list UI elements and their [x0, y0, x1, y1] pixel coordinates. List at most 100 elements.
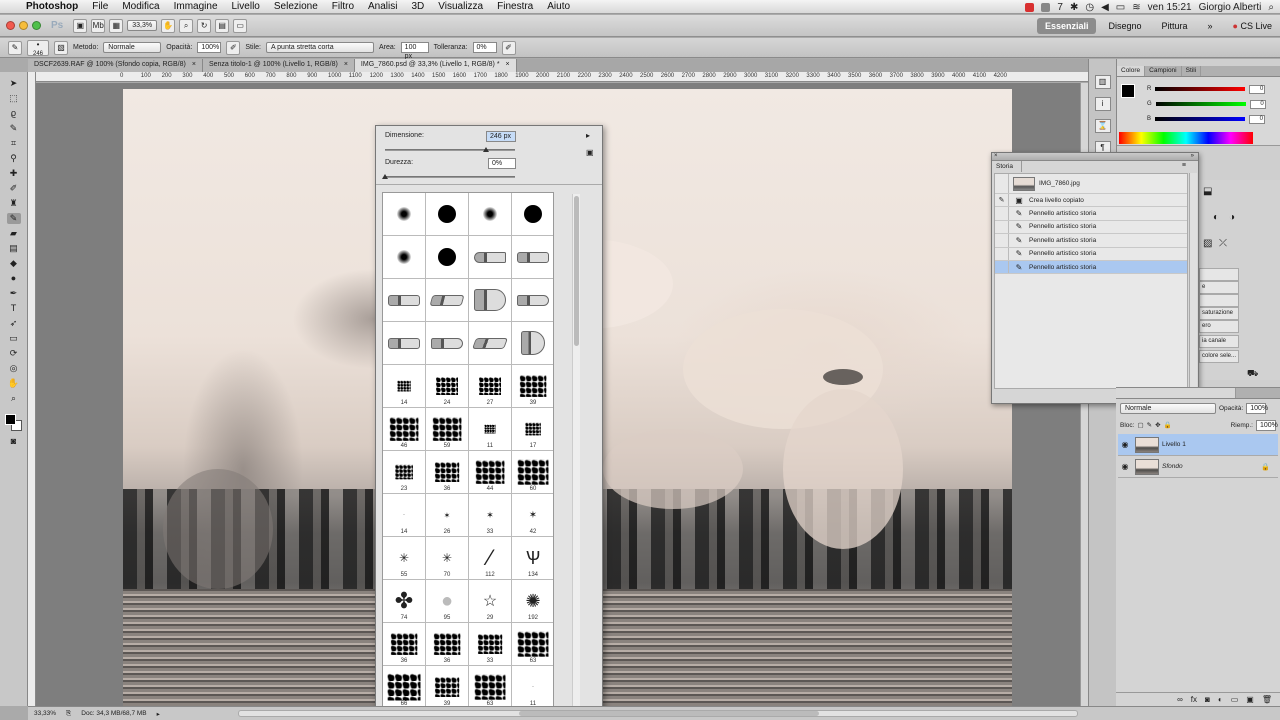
- histogram-panel-icon[interactable]: ▥: [1094, 75, 1111, 89]
- brush-preset-cell[interactable]: [469, 322, 512, 365]
- layer-style-icon[interactable]: fx: [1191, 695, 1197, 704]
- shape-tool-icon[interactable]: ▭: [7, 333, 21, 344]
- menu-finestra[interactable]: Finestra: [490, 1, 540, 12]
- pressure-opacity-icon[interactable]: ✐: [226, 40, 241, 55]
- layer-fill-field[interactable]: 100%: [1256, 419, 1278, 431]
- adjustment-preset-row[interactable]: saturazione: [1199, 307, 1239, 320]
- history-source-checkbox[interactable]: [995, 260, 1009, 274]
- brush-preset-cell[interactable]: [512, 322, 553, 365]
- menu-modifica[interactable]: Modifica: [115, 1, 166, 12]
- mini-bridge-icon[interactable]: Mb: [91, 18, 106, 33]
- eraser-tool-icon[interactable]: ▰: [7, 228, 21, 239]
- layer-row-livello-1[interactable]: ◉ Livello 1: [1118, 434, 1278, 456]
- menu-3d[interactable]: 3D: [404, 1, 431, 12]
- brush-preset-cell[interactable]: 66: [383, 666, 426, 709]
- brush-preset-cell[interactable]: 44: [469, 451, 512, 494]
- history-step[interactable]: ✎ ▣ Crea livello copiato: [995, 194, 1187, 208]
- layer-mask-icon[interactable]: ◙: [1205, 695, 1210, 704]
- history-brush-source-icon[interactable]: ✎: [995, 194, 1009, 207]
- menu-immagine[interactable]: Immagine: [167, 1, 225, 12]
- pressure-size-icon[interactable]: ✐: [501, 40, 516, 55]
- history-source-checkbox[interactable]: [995, 234, 1009, 247]
- brush-preset-cell[interactable]: [512, 279, 553, 322]
- menu-selezione[interactable]: Selezione: [267, 1, 325, 12]
- menu-aiuto[interactable]: Aiuto: [540, 1, 577, 12]
- volume-icon[interactable]: ◀: [1101, 2, 1109, 13]
- menubar-clock[interactable]: ven 15:21: [1148, 2, 1192, 13]
- durezza-slider[interactable]: [385, 176, 515, 178]
- brush-preset-cell[interactable]: 14: [383, 365, 426, 408]
- delete-layer-icon[interactable]: 🗑: [1262, 695, 1272, 704]
- canvas-horizontal-scrollbar[interactable]: [238, 710, 1078, 717]
- workspace-essenziali-button[interactable]: Essenziali: [1036, 17, 1097, 34]
- brush-tool-icon[interactable]: ✐: [7, 183, 21, 194]
- brush-preset-cell[interactable]: ⁄ 112: [469, 537, 512, 580]
- truck-icon[interactable]: ⛟: [1247, 368, 1258, 380]
- brush-preset-cell[interactable]: 59: [426, 408, 469, 451]
- tab-dscf2639[interactable]: DSCF2639.RAF @ 100% (Sfondo copia, RGB/8…: [28, 59, 203, 72]
- brush-preset-cell[interactable]: ✳ 55: [383, 537, 426, 580]
- brush-preset-cell[interactable]: 39: [426, 666, 469, 709]
- adjustment-icon[interactable]: ⤫: [1219, 238, 1227, 249]
- blur-tool-icon[interactable]: ◆: [7, 258, 21, 269]
- adjustment-preset-row[interactable]: [1199, 294, 1239, 307]
- lock-position-icon[interactable]: ✥: [1155, 421, 1160, 429]
- brush-preset-cell[interactable]: 36: [426, 451, 469, 494]
- brush-preset-cell[interactable]: [426, 279, 469, 322]
- b-slider[interactable]: [1155, 117, 1246, 121]
- zoom-tool-icon[interactable]: ⌕: [179, 18, 194, 33]
- layer-row-sfondo[interactable]: ◉ Sfondo 🔒: [1118, 456, 1278, 478]
- brush-preset-cell[interactable]: 27: [469, 365, 512, 408]
- link-layers-icon[interactable]: ∞: [1177, 695, 1183, 704]
- new-layer-icon[interactable]: ▣: [1246, 695, 1254, 704]
- quick-selection-tool-icon[interactable]: ✎: [7, 123, 21, 134]
- arrange-documents-icon[interactable]: ▤: [215, 18, 230, 33]
- history-step-current[interactable]: ✎ Pennello artistico storia: [995, 260, 1187, 275]
- clone-stamp-tool-icon[interactable]: ♜: [7, 198, 21, 209]
- workspace-disegno-button[interactable]: Disegno: [1100, 18, 1149, 34]
- brush-preset-cell[interactable]: · 11: [512, 666, 553, 709]
- panel-collapse-icon[interactable]: »: [1191, 153, 1194, 159]
- horizontal-ruler[interactable]: 0 100 200 300 400 500 600 700 800 900 1000 1100 1200…: [36, 72, 1088, 82]
- menu-visualizza[interactable]: Visualizza: [431, 1, 490, 12]
- tab-close-icon[interactable]: ×: [506, 61, 510, 70]
- brush-grid-scrollbar[interactable]: [572, 194, 580, 709]
- status-export-icon[interactable]: ⎘: [66, 710, 71, 718]
- menu-analisi[interactable]: Analisi: [361, 1, 404, 12]
- history-source-checkbox[interactable]: [995, 220, 1009, 234]
- metodo-select[interactable]: Normale: [103, 42, 162, 53]
- tab-layers-header[interactable]: [1116, 388, 1236, 398]
- brush-preset-cell[interactable]: 36: [383, 623, 426, 666]
- history-brush-tool-icon[interactable]: ✎: [6, 213, 21, 224]
- workspace-more-button[interactable]: »: [1200, 18, 1221, 34]
- color-panel-foreground[interactable]: [1121, 84, 1135, 98]
- menu-livello[interactable]: Livello: [225, 1, 267, 12]
- brush-preset-cell[interactable]: [383, 236, 426, 279]
- healing-brush-tool-icon[interactable]: ✚: [7, 168, 21, 179]
- status-zoom[interactable]: 33,33%: [34, 710, 56, 717]
- zoom-level-select[interactable]: 33,3%: [127, 20, 158, 31]
- brush-preset-cell[interactable]: ● 95: [426, 580, 469, 623]
- quick-mask-icon[interactable]: ◙: [7, 436, 21, 447]
- info-panel-icon[interactable]: i: [1094, 97, 1111, 111]
- layer-visibility-eye-icon[interactable]: ◉: [1118, 462, 1132, 471]
- dimensione-slider[interactable]: [385, 149, 515, 151]
- screen-mode-icon[interactable]: ▭: [233, 18, 248, 33]
- brush-preset-cell[interactable]: ✤ 74: [383, 580, 426, 623]
- adjustment-layer-icon[interactable]: ◐: [1218, 695, 1223, 704]
- lock-transparency-icon[interactable]: ▢: [1137, 421, 1143, 429]
- brush-preset-cell[interactable]: 46: [383, 408, 426, 451]
- history-source-checkbox[interactable]: [995, 207, 1009, 220]
- crop-tool-icon[interactable]: ⌗: [7, 138, 21, 149]
- gradient-tool-icon[interactable]: ▤: [7, 243, 21, 254]
- history-snapshot[interactable]: IMG_7860.jpg: [995, 174, 1187, 194]
- adjustment-icon[interactable]: ◐: [1213, 212, 1219, 223]
- history-panel-icon[interactable]: ⌛: [1094, 119, 1111, 133]
- brush-preset-cell[interactable]: [383, 279, 426, 322]
- menubar-user[interactable]: Giorgio Alberti: [1199, 2, 1262, 13]
- cs-live-button[interactable]: ● CS Live: [1225, 18, 1280, 34]
- tab-campioni[interactable]: Campioni: [1145, 66, 1182, 76]
- g-value-field[interactable]: 0: [1249, 99, 1266, 109]
- extras-icon[interactable]: ▦: [109, 18, 124, 33]
- brush-preset-cell[interactable]: ✳ 70: [426, 537, 469, 580]
